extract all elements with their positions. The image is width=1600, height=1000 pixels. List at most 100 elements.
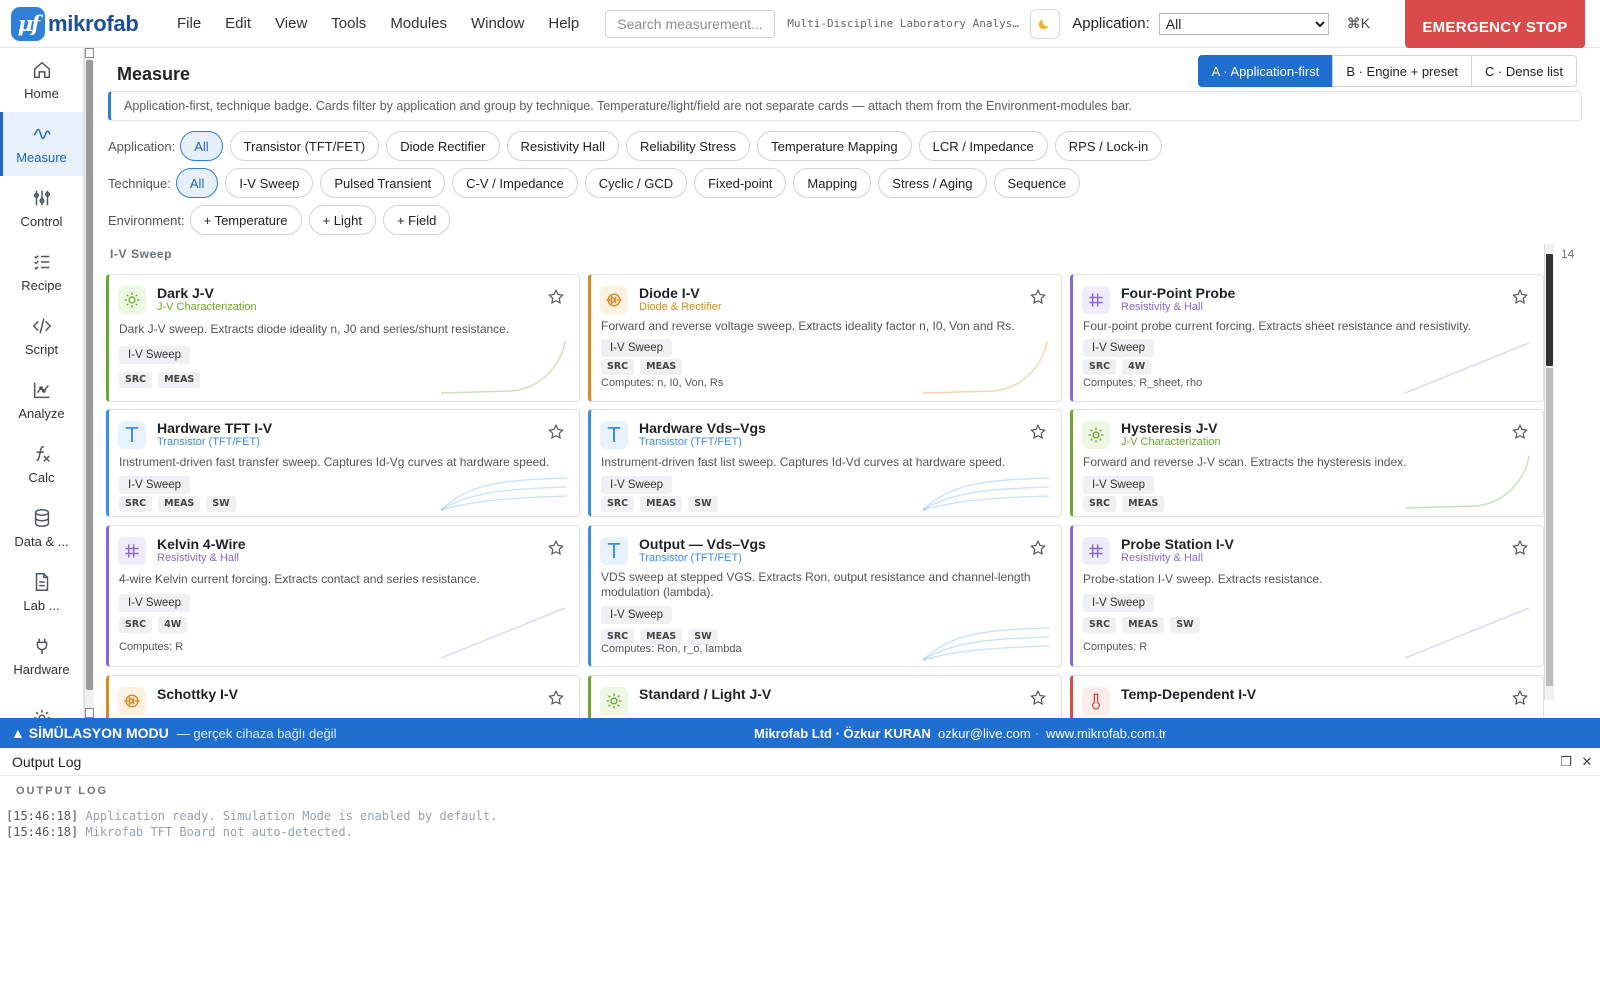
status-bar: ▲ SİMÜLASYON MODU — gerçek cihaza bağlı … xyxy=(0,718,1600,748)
measurement-card-probe-station-i-v[interactable]: Probe Station I-V Resistivity & Hall Probe… xyxy=(1070,525,1544,667)
card-title: Temp-Dependent I-V xyxy=(1121,686,1257,702)
measurement-card-diode-i-v[interactable]: Diode I-V Diode & Rectifier Forward and re… xyxy=(588,274,1062,402)
detach-pane-icon[interactable]: ❐ xyxy=(1558,754,1574,770)
application-filter-rps-lock-in[interactable]: RPS / Lock-in xyxy=(1054,131,1163,161)
computes-text: Computes: R xyxy=(1083,641,1148,653)
theme-toggle-button[interactable] xyxy=(1030,8,1061,39)
close-pane-icon[interactable]: ✕ xyxy=(1579,754,1595,770)
environment-filter-field[interactable]: + Field xyxy=(382,205,451,235)
favorite-star-icon[interactable] xyxy=(1511,539,1529,557)
layout-dense-list-button[interactable]: C · Dense list xyxy=(1470,55,1577,87)
favorite-star-icon[interactable] xyxy=(1029,423,1047,441)
measurement-card-standard-light-j-v[interactable]: Standard / Light J-V xyxy=(588,675,1062,718)
card-grid-scrollbar[interactable] xyxy=(1544,244,1554,700)
favorite-star-icon[interactable] xyxy=(1511,423,1529,441)
technique-filter-stress-aging[interactable]: Stress / Aging xyxy=(878,168,987,198)
sidebar-item-hardware[interactable]: Hardware xyxy=(0,624,83,688)
sidebar-item-measure[interactable]: Measure xyxy=(0,112,83,176)
favorite-star-icon[interactable] xyxy=(1029,539,1047,557)
sidebar-item-recipe[interactable]: Recipe xyxy=(0,240,83,304)
measurement-card-hardware-tft-i-v[interactable]: T Hardware TFT I-V Transistor (TFT/FET) Ins… xyxy=(106,409,580,517)
card-application: J-V Characterization xyxy=(1121,436,1221,448)
sidebar-item-lab[interactable]: Lab ... xyxy=(0,560,83,624)
card-application: Resistivity & Hall xyxy=(1121,301,1203,313)
favorite-star-icon[interactable] xyxy=(547,689,565,707)
capability-tags: SRC MEAS SW xyxy=(119,496,242,512)
sidebar-item-home[interactable]: Home xyxy=(0,48,83,112)
sidebar-item-script[interactable]: Script xyxy=(0,304,83,368)
app-logo[interactable]: μf mikrofab xyxy=(11,6,147,41)
favorite-star-icon[interactable] xyxy=(1511,689,1529,707)
application-filter-resistivity-hall[interactable]: Resistivity Hall xyxy=(506,131,620,161)
logo-text: mikrofab xyxy=(48,10,139,36)
measurement-card-four-point-probe[interactable]: Four-Point Probe Resistivity & Hall Four-p… xyxy=(1070,274,1544,402)
layout-application-first-button[interactable]: A · Application-first xyxy=(1197,55,1334,87)
scrollbar-thumb[interactable] xyxy=(86,60,93,690)
favorite-star-icon[interactable] xyxy=(547,423,565,441)
measurement-card-schottky-i-v[interactable]: Schottky I-V xyxy=(106,675,580,718)
emergency-stop-button[interactable]: EMERGENCY STOP xyxy=(1405,0,1585,48)
sidebar: Home Measure Control Recipe Script Analy… xyxy=(0,48,84,718)
website-link[interactable]: www.mikrofab.com.tr xyxy=(1046,726,1167,741)
sidebar-item-calc[interactable]: Calc xyxy=(0,432,83,496)
application-filter-lcr-impedance[interactable]: LCR / Impedance xyxy=(918,131,1048,161)
card-icon-badge xyxy=(1082,286,1110,314)
application-filter-label: Application: xyxy=(108,138,176,154)
application-filter-diode-rectifier[interactable]: Diode Rectifier xyxy=(386,131,500,161)
menu-file[interactable]: File xyxy=(177,15,201,32)
measurement-card-temp-dependent-i-v[interactable]: Temp-Dependent I-V xyxy=(1070,675,1544,718)
menu-modules[interactable]: Modules xyxy=(390,15,447,32)
scrollbar-thumb[interactable] xyxy=(1546,254,1553,366)
command-palette-shortcut[interactable]: ⌘K xyxy=(1347,15,1370,32)
technique-filter-all[interactable]: All xyxy=(175,168,219,198)
measurement-card-output-vds-vgs[interactable]: T Output — Vds–Vgs Transistor (TFT/FET) VDS… xyxy=(588,525,1062,667)
favorite-star-icon[interactable] xyxy=(1029,689,1047,707)
search-input[interactable] xyxy=(605,9,776,38)
technique-filter-mapping[interactable]: Mapping xyxy=(793,168,872,198)
technique-filter-sequence[interactable]: Sequence xyxy=(993,168,1081,198)
application-filter-transistor-tft-fet[interactable]: Transistor (TFT/FET) xyxy=(229,131,380,161)
menu-view[interactable]: View xyxy=(275,15,307,32)
sidebar-item-analyze[interactable]: Analyze xyxy=(0,368,83,432)
technique-filter-pulsed-transient[interactable]: Pulsed Transient xyxy=(320,168,446,198)
card-description: Dark J-V sweep. Extracts diode ideality … xyxy=(119,322,510,336)
technique-filter-c-v-impedance[interactable]: C-V / Impedance xyxy=(452,168,578,198)
star-outline-icon xyxy=(1512,288,1528,305)
favorite-star-icon[interactable] xyxy=(547,539,565,557)
measurement-card-hysteresis-j-v[interactable]: Hysteresis J-V J-V Characterization Forwar… xyxy=(1070,409,1544,517)
contact-email-link[interactable]: ozkur@live.com xyxy=(938,726,1031,741)
application-filter-reliability-stress[interactable]: Reliability Stress xyxy=(626,131,751,161)
sidebar-scrollbar[interactable] xyxy=(84,48,94,718)
capability-tag: SRC xyxy=(119,372,153,388)
application-filter-temperature-mapping[interactable]: Temperature Mapping xyxy=(757,131,912,161)
measurement-card-dark-j-v[interactable]: Dark J-V J-V Characterization Dark J-V swe… xyxy=(106,274,580,402)
preview-sparkline xyxy=(922,340,1048,394)
scroll-up-arrow[interactable] xyxy=(85,48,94,58)
menu-edit[interactable]: Edit xyxy=(225,15,251,32)
application-filter-all[interactable]: All xyxy=(180,131,223,161)
menu-tools[interactable]: Tools xyxy=(331,15,366,32)
menu-window[interactable]: Window xyxy=(471,15,524,32)
technique-filter-fixed-point[interactable]: Fixed-point xyxy=(694,168,787,198)
scroll-down-arrow[interactable] xyxy=(85,708,94,718)
measurement-card-hardware-vds-vgs[interactable]: T Hardware Vds–Vgs Transistor (TFT/FET) Ins… xyxy=(588,409,1062,517)
technique-filter-cyclic-gcd[interactable]: Cyclic / GCD xyxy=(584,168,688,198)
favorite-star-icon[interactable] xyxy=(1029,288,1047,306)
layout-engine-preset-button[interactable]: B · Engine + preset xyxy=(1332,55,1472,87)
card-icon-badge: T xyxy=(600,537,628,565)
environment-filter-temperature[interactable]: + Temperature xyxy=(189,205,302,235)
sidebar-item-data[interactable]: Data & ... xyxy=(0,496,83,560)
environment-filter-light[interactable]: + Light xyxy=(308,205,376,235)
sidebar-item-control[interactable]: Control xyxy=(0,176,83,240)
technique-filter-i-v-sweep[interactable]: I-V Sweep xyxy=(225,168,314,198)
database-icon xyxy=(34,509,49,527)
sidebar-item-settings[interactable] xyxy=(0,688,83,718)
sparkline-curve xyxy=(440,495,568,511)
favorite-star-icon[interactable] xyxy=(1511,288,1529,306)
favorite-star-icon[interactable] xyxy=(547,288,565,306)
measurement-card-kelvin-4-wire[interactable]: Kelvin 4-Wire Resistivity & Hall 4-wire Ke… xyxy=(106,525,580,667)
menu-help[interactable]: Help xyxy=(548,15,579,32)
scrollbar-track[interactable] xyxy=(1546,368,1553,686)
card-description: VDS sweep at stepped VGS. Extracts Ron, … xyxy=(601,570,1031,599)
application-select[interactable]: All xyxy=(1158,12,1329,35)
